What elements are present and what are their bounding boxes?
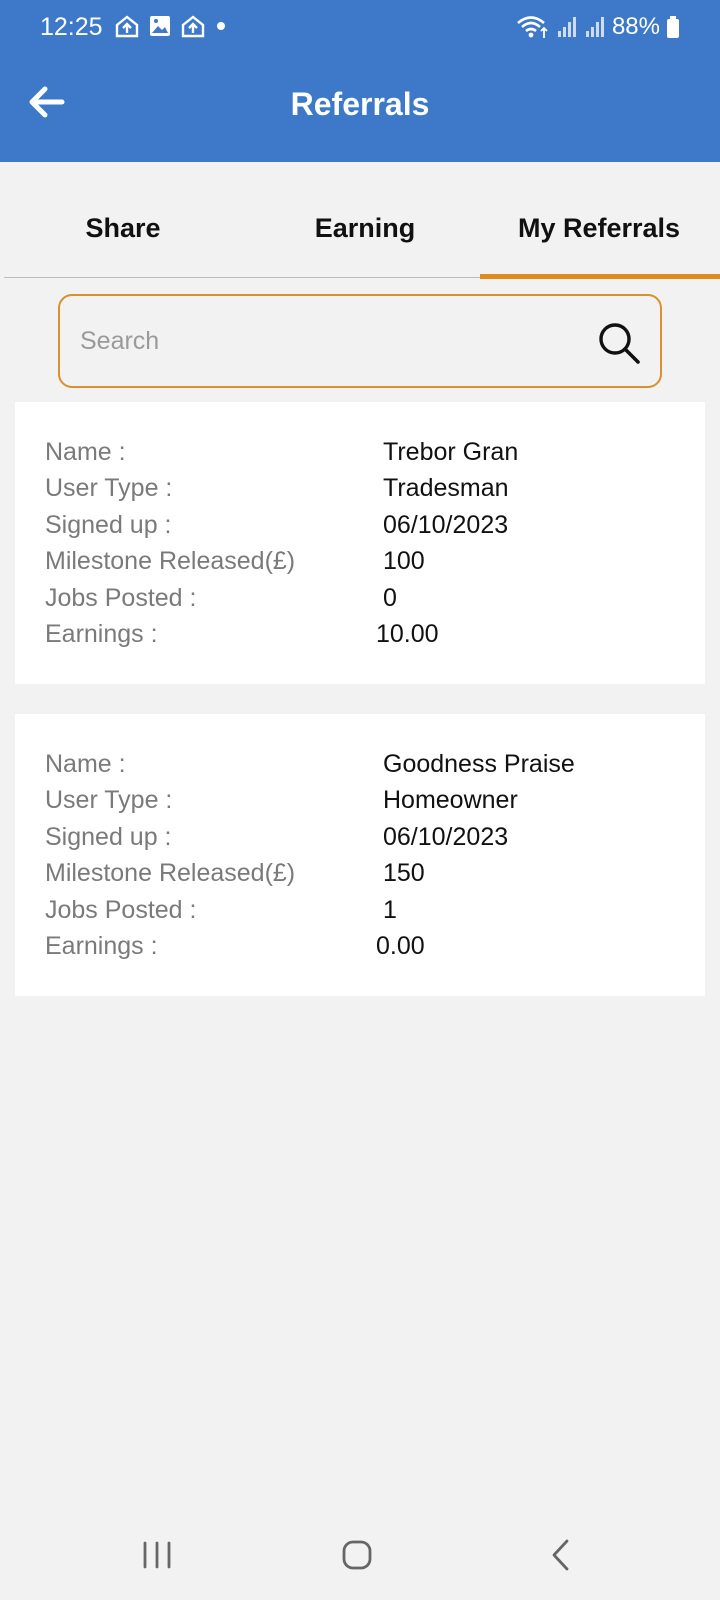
jobs-posted-row: Jobs Posted : 0 <box>45 584 685 620</box>
name-label: Name : <box>45 438 126 466</box>
app-header: 12:25 88% Referrals <box>0 0 720 162</box>
image-icon <box>150 16 170 36</box>
system-back-button[interactable] <box>536 1530 586 1580</box>
recent-apps-button[interactable] <box>132 1530 182 1580</box>
search-icon[interactable] <box>596 320 642 366</box>
recent-apps-icon <box>143 1541 171 1569</box>
system-nav-bar <box>0 1508 720 1600</box>
status-bar: 12:25 88% <box>0 0 720 56</box>
milestone-row: Milestone Released(£) 150 <box>45 859 685 895</box>
signed-up-row: Signed up : 06/10/2023 <box>45 823 685 859</box>
earnings-label: Earnings : <box>45 932 158 960</box>
milestone-label: Milestone Released(£) <box>45 547 296 575</box>
tab-bar: Share Earning My Referrals <box>4 188 720 279</box>
home-upload-icon <box>181 15 205 38</box>
earnings-row: Earnings : 10.00 <box>45 620 685 656</box>
name-row: Name : Goodness Praise <box>45 750 685 786</box>
search-input[interactable] <box>80 316 560 366</box>
milestone-value: 150 <box>383 859 425 887</box>
signed-up-label: Signed up : <box>45 823 172 851</box>
home-icon <box>342 1540 372 1570</box>
jobs-posted-value: 1 <box>383 896 397 924</box>
name-row: Name : Trebor Gran <box>45 438 685 474</box>
search-box <box>58 294 662 388</box>
signed-up-value: 06/10/2023 <box>383 823 509 851</box>
signed-up-row: Signed up : 06/10/2023 <box>45 511 685 547</box>
status-time: 12:25 <box>40 13 103 41</box>
milestone-row: Milestone Released(£) 100 <box>45 547 685 583</box>
tab-earning[interactable]: Earning <box>246 188 484 278</box>
earnings-label: Earnings : <box>45 620 158 648</box>
name-value: Goodness Praise <box>383 750 575 778</box>
dot-icon <box>217 22 225 30</box>
user-type-value: Homeowner <box>383 786 518 814</box>
home-upload-icon <box>115 15 139 38</box>
active-tab-indicator <box>480 274 720 279</box>
back-icon <box>552 1539 569 1571</box>
earnings-row: Earnings : 0.00 <box>45 932 685 968</box>
user-type-row: User Type : Tradesman <box>45 474 685 510</box>
battery-percent: 88% <box>611 13 660 40</box>
signal-icon <box>557 17 576 37</box>
earnings-value: 10.00 <box>376 620 439 648</box>
battery-icon <box>667 16 679 38</box>
tab-share[interactable]: Share <box>4 188 242 278</box>
referral-card: Name : Trebor Gran User Type : Tradesman… <box>15 402 705 684</box>
status-right: 88% <box>516 13 680 41</box>
tab-my-referrals[interactable]: My Referrals <box>480 188 718 278</box>
signed-up-value: 06/10/2023 <box>383 511 509 539</box>
jobs-posted-label: Jobs Posted : <box>45 896 197 924</box>
milestone-value: 100 <box>383 547 425 575</box>
name-label: Name : <box>45 750 126 778</box>
wifi-icon <box>517 16 548 38</box>
home-button[interactable] <box>332 1530 382 1580</box>
signed-up-label: Signed up : <box>45 511 172 539</box>
page-title: Referrals <box>290 86 430 122</box>
jobs-posted-value: 0 <box>383 584 397 612</box>
name-value: Trebor Gran <box>383 438 519 466</box>
jobs-posted-row: Jobs Posted : 1 <box>45 896 685 932</box>
notification-icons <box>114 14 228 38</box>
referral-card: Name : Goodness Praise User Type : Homeo… <box>15 714 705 996</box>
earnings-value: 0.00 <box>376 932 425 960</box>
user-type-value: Tradesman <box>383 474 509 502</box>
user-type-row: User Type : Homeowner <box>45 786 685 822</box>
jobs-posted-label: Jobs Posted : <box>45 584 197 612</box>
user-type-label: User Type : <box>45 474 173 502</box>
milestone-label: Milestone Released(£) <box>45 859 296 887</box>
user-type-label: User Type : <box>45 786 173 814</box>
signal-icon <box>585 17 604 37</box>
